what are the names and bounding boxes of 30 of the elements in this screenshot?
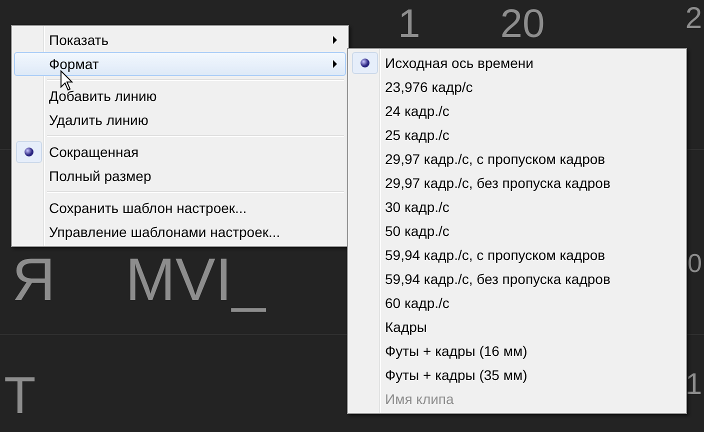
menu-item[interactable]: Управление шаблонами настроек... (14, 220, 346, 244)
menu-item[interactable]: Сохранить шаблон настроек... (14, 196, 346, 220)
menu-item[interactable]: Исходная ось времени (350, 51, 684, 75)
menu-item[interactable]: 50 кадр./с (350, 219, 684, 243)
menu-item[interactable]: Футы + кадры (35 мм) (350, 363, 684, 387)
menu-item[interactable]: 30 кадр./с (350, 195, 684, 219)
menu-item[interactable]: 60 кадр./с (350, 291, 684, 315)
timecode-text: 1 (685, 370, 702, 400)
menu-item[interactable]: Сокращенная (14, 140, 346, 164)
menu-item[interactable]: Добавить линию (14, 84, 346, 108)
timecode-text: 0 (688, 250, 702, 276)
menu-item[interactable]: 29,97 кадр./с, без пропуска кадров (350, 171, 684, 195)
timecode-text: Т (4, 370, 36, 422)
menu-item[interactable]: 24 кадр./с (350, 99, 684, 123)
menu-item[interactable]: 29,97 кадр./с, с пропуском кадров (350, 147, 684, 171)
menu-item[interactable]: 59,94 кадр./с, с пропуском кадров (350, 243, 684, 267)
menu-item[interactable]: Удалить линию (14, 108, 346, 132)
menu-item[interactable]: 23,976 кадр/с (350, 75, 684, 99)
menu-item[interactable]: 59,94 кадр./с, без пропуска кадров (350, 267, 684, 291)
menu-item[interactable]: Кадры (350, 315, 684, 339)
menu-item[interactable]: Формат (14, 52, 346, 76)
timecode-text: 1 (398, 4, 420, 44)
menu-item[interactable]: Показать (14, 28, 346, 52)
timecode-text: 2 (685, 4, 702, 34)
menu-item[interactable]: Полный размер (14, 164, 346, 188)
timecode-text: Я (12, 250, 56, 310)
timecode-text: 20 (500, 4, 545, 44)
menu-item[interactable]: Футы + кадры (16 мм) (350, 339, 684, 363)
timecode-text: MVI_ (125, 250, 266, 310)
menu-item[interactable]: 25 кадр./с (350, 123, 684, 147)
